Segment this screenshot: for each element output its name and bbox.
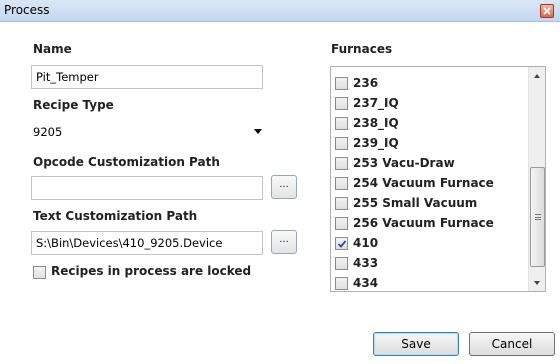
furnace-label: 237_IQ: [353, 96, 399, 110]
furnace-list-item[interactable]: 256 Vacuum Furnace: [331, 213, 527, 233]
text-path-label: Text Customization Path: [33, 209, 198, 223]
chevron-down-icon: [254, 129, 262, 134]
furnace-label: 239_IQ: [353, 136, 399, 150]
furnace-list-item[interactable]: 254 Vacuum Furnace: [331, 173, 527, 193]
furnace-checkbox[interactable]: [335, 237, 348, 250]
furnace-label: 236: [353, 76, 379, 90]
furnace-checkbox[interactable]: [335, 117, 348, 130]
title-bar: Process: [0, 0, 560, 22]
furnace-list-item[interactable]: 236: [331, 73, 527, 93]
furnace-label: 256 Vacuum Furnace: [353, 216, 494, 230]
furnace-label: 253 Vacu-Draw: [353, 156, 455, 170]
furnace-checkbox[interactable]: [335, 177, 348, 190]
furnaces-label: Furnaces: [331, 42, 393, 56]
furnaces-scrollbar[interactable]: [528, 67, 545, 291]
furnace-checkbox[interactable]: [335, 97, 348, 110]
scroll-down-button[interactable]: [529, 274, 545, 291]
furnace-label: 410: [353, 236, 379, 250]
recipe-type-select[interactable]: 9205: [30, 121, 266, 143]
recipe-type-value: 9205: [33, 125, 63, 139]
furnace-checkbox[interactable]: [335, 77, 348, 90]
close-icon: [543, 7, 551, 15]
close-button[interactable]: [540, 4, 554, 18]
furnace-checkbox[interactable]: [335, 197, 348, 210]
grip-icon: [535, 214, 541, 220]
furnace-list-item[interactable]: 433: [331, 253, 527, 273]
scroll-up-button[interactable]: [529, 67, 545, 84]
furnace-checkbox[interactable]: [335, 137, 348, 150]
furnace-label: 254 Vacuum Furnace: [353, 176, 494, 190]
furnace-label: 255 Small Vacuum: [353, 196, 478, 210]
furnace-label: 433: [353, 256, 379, 270]
furnace-list-item[interactable]: 239_IQ: [331, 133, 527, 153]
furnace-checkbox[interactable]: [335, 257, 348, 270]
furnaces-list[interactable]: 236 237_IQ 238_IQ 239_IQ 253 Vacu-Draw 254 Va…: [330, 66, 546, 292]
checkmark-icon: [337, 240, 347, 248]
furnace-checkbox[interactable]: [335, 277, 348, 290]
name-field[interactable]: Pit_Temper: [31, 65, 263, 89]
chevron-down-icon: [534, 281, 540, 285]
process-dialog: Process Name Pit_Temper Recipe Type 9205…: [0, 0, 560, 364]
locked-checkbox[interactable]: [33, 266, 46, 279]
furnace-checkbox[interactable]: [335, 217, 348, 230]
furnace-list-item[interactable]: 253 Vacu-Draw: [331, 153, 527, 173]
text-browse-button[interactable]: ...: [271, 230, 297, 254]
opcode-path-field[interactable]: [31, 176, 263, 200]
opcode-path-label: Opcode Customization Path: [33, 155, 220, 169]
chevron-up-icon: [534, 74, 540, 78]
furnace-list-item[interactable]: 238_IQ: [331, 113, 527, 133]
furnace-list-item[interactable]: 237_IQ: [331, 93, 527, 113]
recipe-type-label: Recipe Type: [33, 98, 114, 112]
opcode-browse-button[interactable]: ...: [271, 175, 297, 199]
furnace-label: 238_IQ: [353, 116, 399, 130]
scroll-thumb[interactable]: [530, 167, 545, 267]
furnace-label: 434: [353, 276, 379, 290]
locked-label: Recipes in process are locked: [51, 264, 252, 278]
furnace-checkbox[interactable]: [335, 157, 348, 170]
furnace-list-item[interactable]: 410: [331, 233, 527, 253]
text-path-field[interactable]: S:\Bin\Devices\410_9205.Device: [31, 231, 263, 255]
furnace-list-item[interactable]: 255 Small Vacuum: [331, 193, 527, 213]
save-button[interactable]: Save: [373, 332, 459, 356]
furnace-list-item[interactable]: 434: [331, 273, 527, 291]
cancel-button[interactable]: Cancel: [469, 332, 555, 356]
window-title: Process: [4, 3, 50, 17]
name-label: Name: [33, 42, 72, 56]
